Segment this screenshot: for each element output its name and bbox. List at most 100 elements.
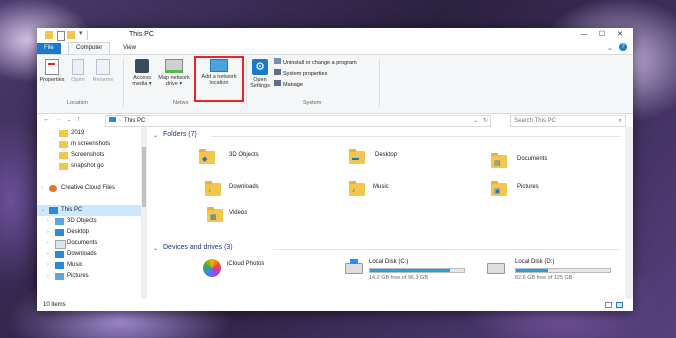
access-media-label2: media ▾ [132, 81, 152, 87]
folder-label: Desktop [375, 152, 398, 158]
properties-quick-access-icon[interactable] [57, 31, 65, 41]
expand-chevron-icon[interactable]: › [47, 260, 49, 271]
manage-label: Manage [283, 82, 303, 88]
creative-cloud-icon [49, 185, 57, 192]
nav-item-label: Desktop [67, 229, 90, 235]
rename-button[interactable]: Rename [91, 59, 115, 83]
nav-item-documents[interactable]: › Documents [37, 238, 141, 249]
up-icon[interactable]: ↑ [77, 116, 81, 123]
tab-view[interactable]: View [116, 43, 143, 54]
map-network-label2: drive ▾ [165, 81, 183, 87]
access-media-button[interactable]: Access media ▾ [129, 59, 155, 87]
maximize-button[interactable]: ☐ [593, 29, 611, 41]
folder-icon [59, 141, 68, 148]
expand-chevron-icon[interactable]: › [47, 216, 49, 227]
collapse-chevron-icon[interactable]: ⌄ [153, 132, 158, 139]
group-separator [123, 59, 124, 107]
address-path: This PC [124, 118, 146, 124]
close-button[interactable]: ✕ [611, 29, 629, 41]
folder-icon [45, 31, 53, 39]
address-box[interactable]: › This PC ⌄ ↻ [105, 115, 491, 127]
title-bar: ▾ This PC — ☐ ✕ [37, 28, 633, 42]
nav-item-label: 2019 [71, 130, 85, 136]
navigation-scrollbar[interactable] [141, 127, 147, 299]
folder-label: Pictures [517, 184, 539, 190]
nav-item-label: Downloads [67, 251, 97, 257]
help-icon[interactable]: ? [619, 43, 627, 51]
expand-chevron-icon[interactable]: › [41, 183, 43, 194]
details-view-icon[interactable] [605, 302, 612, 308]
group-separator [246, 59, 247, 107]
manage-link[interactable]: Manage [274, 80, 303, 88]
nav-item-screenshots[interactable]: Screenshots [37, 150, 141, 161]
expand-chevron-icon[interactable]: › [47, 227, 49, 238]
device-label: Local Disk (C:) [369, 259, 409, 265]
map-network-drive-button[interactable]: Map network drive ▾ [157, 59, 191, 87]
devices-section-header[interactable]: Devices and drives (3) [163, 244, 233, 251]
status-bar: 10 items [37, 299, 633, 311]
videos-folder-icon: ▦ [207, 207, 223, 222]
group-separator [379, 59, 380, 107]
disk-usage-fill [516, 269, 548, 272]
open-icon [72, 59, 84, 75]
refresh-icon[interactable]: ↻ [483, 116, 488, 126]
folder-label: 3D Objects [229, 152, 259, 158]
nav-item-label: Creative Cloud Files [61, 185, 116, 191]
recent-locations-icon[interactable]: ⌄ [67, 117, 71, 123]
properties-icon [45, 59, 59, 75]
collapse-chevron-icon[interactable]: ⌄ [153, 245, 158, 252]
nav-item-desktop[interactable]: › Desktop [37, 227, 141, 238]
folder-label: Music [373, 184, 389, 190]
scrollbar-thumb[interactable] [142, 147, 146, 207]
expand-ribbon-icon[interactable]: ⌄ [607, 44, 613, 52]
nav-item-pictures[interactable]: › Pictures [37, 271, 141, 282]
nav-item-3d-objects[interactable]: › 3D Objects [37, 216, 141, 227]
red-highlight-box [194, 56, 244, 102]
this-pc-icon [109, 117, 116, 122]
navigation-pane: 2019 m screenshots Screenshots snapshot … [37, 127, 147, 299]
new-folder-quick-access-icon[interactable] [67, 31, 75, 39]
folder-icon [59, 163, 68, 170]
icloud-photos-icon [203, 259, 221, 277]
forward-icon[interactable]: → [55, 116, 62, 123]
manage-icon [274, 80, 281, 86]
tab-computer[interactable]: Computer [68, 42, 111, 54]
rename-label: Rename [92, 77, 114, 83]
tab-file[interactable]: File [37, 43, 61, 54]
expand-chevron-icon[interactable]: › [47, 249, 49, 260]
documents-folder-icon: ▤ [491, 153, 507, 168]
properties-button[interactable]: Properties [39, 59, 65, 83]
search-input[interactable]: Search This PC ⌕ [510, 115, 626, 127]
open-button[interactable]: Open [69, 59, 87, 83]
address-dropdown-icon[interactable]: ⌄ [473, 116, 478, 126]
open-settings-button[interactable]: ⚙ Open Settings [248, 59, 272, 89]
nav-item-music[interactable]: › Music [37, 260, 141, 271]
nav-item-creative-cloud-files[interactable]: › Creative Cloud Files [37, 183, 141, 194]
window-title: This PC [129, 31, 154, 38]
expand-chevron-icon[interactable]: › [47, 238, 49, 249]
large-icons-view-icon[interactable] [616, 302, 623, 308]
nav-item-downloads[interactable]: › Downloads [37, 249, 141, 260]
nav-item-m-screenshots[interactable]: m screenshots [37, 139, 141, 150]
folder-label: Documents [517, 156, 548, 162]
folders-section-header[interactable]: Folders (7) [163, 131, 197, 138]
pictures-folder-icon: ▣ [491, 181, 507, 196]
minimize-button[interactable]: — [575, 29, 593, 41]
folder-label: Videos [229, 210, 248, 216]
customize-quick-access-icon[interactable]: ▾ [79, 29, 83, 37]
address-bar-row: ← → ⌄ ↑ › This PC ⌄ ↻ Search This PC ⌕ [37, 113, 633, 127]
nav-item-snapshot-go[interactable]: snapshot go [37, 161, 141, 172]
nav-item-this-pc[interactable]: ⌄ This PC [37, 205, 141, 216]
disk-usage-fill [370, 269, 450, 272]
nav-item-2019[interactable]: 2019 [37, 128, 141, 139]
expand-chevron-icon[interactable]: › [47, 271, 49, 282]
downloads-folder-icon: ↓ [205, 181, 221, 196]
disk-free-text: 14.2 GB free of 96.3 GB [369, 275, 429, 281]
back-icon[interactable]: ← [43, 116, 50, 123]
system-properties-link[interactable]: System properties [274, 69, 327, 77]
collapse-chevron-icon[interactable]: ⌄ [41, 205, 45, 216]
content-scrollbar[interactable] [625, 127, 633, 299]
uninstall-program-link[interactable]: Uninstall or change a program [274, 58, 357, 66]
network-group-label: Netwo [173, 100, 189, 106]
documents-icon [55, 240, 66, 249]
